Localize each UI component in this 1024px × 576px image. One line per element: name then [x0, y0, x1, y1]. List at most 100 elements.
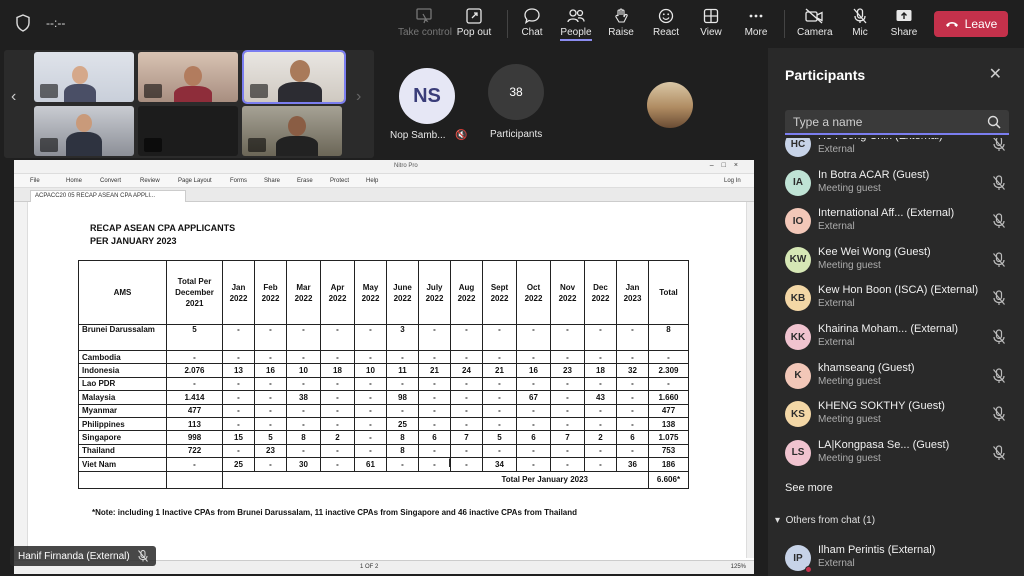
menu-file[interactable]: File: [30, 178, 40, 184]
see-more-link[interactable]: See more: [785, 482, 833, 494]
menu-forms[interactable]: Forms: [230, 178, 247, 184]
table-cell: -: [616, 349, 649, 365]
video-tile[interactable]: [138, 52, 238, 102]
table-row-label: Singapore: [78, 430, 167, 445]
mic-off-icon[interactable]: [992, 213, 1006, 229]
camera-button[interactable]: Camera: [797, 8, 833, 44]
mic-off-icon[interactable]: [992, 290, 1006, 306]
mic-off-icon[interactable]: [992, 252, 1006, 268]
table-cell: -: [354, 349, 387, 365]
table-cell: -: [320, 443, 355, 459]
take-control-button[interactable]: Take control: [398, 8, 452, 44]
others-from-chat-header[interactable]: ▾ Others from chat (1): [775, 515, 875, 526]
window-controls[interactable]: –□×: [710, 162, 746, 169]
participant-list-item[interactable]: HC Ho Foong Chin (External) External: [768, 138, 1024, 164]
close-icon[interactable]: ✕: [989, 64, 1002, 84]
participant-avatar[interactable]: NS: [399, 68, 455, 124]
more-button[interactable]: More: [742, 8, 770, 44]
participant-video: [290, 60, 310, 82]
view-button[interactable]: View: [697, 8, 725, 44]
text-cursor-icon: I: [448, 456, 452, 470]
pop-out-button[interactable]: Pop out: [456, 8, 492, 44]
mic-off-icon: [137, 550, 148, 562]
gallery-next-arrow[interactable]: ›: [356, 88, 361, 106]
menu-help[interactable]: Help: [366, 178, 378, 184]
menu-home[interactable]: Home: [66, 178, 82, 184]
table-cell: -: [286, 324, 321, 351]
video-tile[interactable]: [34, 52, 134, 102]
table-cell: 61: [354, 457, 387, 472]
chat-participant-item[interactable]: IP Ilham Perintis (External) External: [768, 540, 1024, 576]
video-tile[interactable]: [242, 106, 342, 156]
participant-role: Meeting guest: [818, 182, 881, 194]
share-button[interactable]: Share: [890, 8, 918, 44]
search-icon[interactable]: [987, 115, 1001, 129]
teams-meeting-window: --:-- Take control Pop out Chat People R…: [0, 0, 1024, 576]
menu-share[interactable]: Share: [264, 178, 280, 184]
table-row: Singapore 998 15 5 8 2-8 6 7 5 6 7 2 6 1.075: [78, 430, 689, 445]
total-value: 6.606*: [648, 470, 689, 489]
avatar: LS: [785, 439, 811, 466]
table-cell: 1.660: [648, 390, 689, 405]
page-indicator[interactable]: 1 OF 2: [360, 564, 378, 570]
mic-off-icon: [40, 138, 58, 152]
table-cell: 13: [222, 363, 255, 378]
video-tile[interactable]: [138, 106, 238, 156]
vertical-scrollbar[interactable]: [746, 202, 754, 558]
table-body: Brunei Darussalam 5- - - - -3- - - - - - -8 Cambodia…: [78, 324, 689, 472]
table-cell: 8: [648, 324, 689, 351]
document-tab[interactable]: ACPACC20 05 RECAP ASEAN CPA APPLI...: [30, 190, 186, 202]
mic-off-icon[interactable]: [992, 138, 1006, 152]
video-tile-active-speaker[interactable]: [242, 50, 346, 104]
participant-list-item[interactable]: LS LA|Kongpasa Se... (Guest) Meeting guest: [768, 435, 1024, 473]
participant-list-item[interactable]: KS KHENG SOKTHY (Guest) Meeting guest: [768, 396, 1024, 434]
table-cell: 23: [254, 443, 287, 459]
menu-page-layout[interactable]: Page Layout: [178, 178, 212, 184]
menu-protect[interactable]: Protect: [330, 178, 349, 184]
table-cell: -: [418, 403, 451, 418]
nitro-side-rail[interactable]: [14, 202, 28, 562]
participant-name: khamseang (Guest): [818, 361, 915, 374]
table-header-cell: Sept 2022: [482, 260, 517, 325]
mic-off-icon[interactable]: [992, 174, 1006, 191]
menu-erase[interactable]: Erase: [297, 178, 313, 184]
raise-hand-button[interactable]: Raise: [607, 8, 635, 44]
participant-list-item[interactable]: IO International Aff... (External) Externa…: [768, 203, 1024, 241]
mic-off-icon[interactable]: [992, 329, 1006, 345]
people-button[interactable]: People: [560, 8, 592, 44]
login-link[interactable]: Log In: [724, 178, 741, 184]
table-cell: -: [386, 403, 419, 418]
react-button[interactable]: React: [652, 8, 680, 44]
leave-button[interactable]: Leave: [934, 11, 1008, 37]
mic-button[interactable]: Mic: [849, 8, 871, 44]
table-row-label: Cambodia: [78, 349, 167, 365]
more-dots-icon: [749, 14, 763, 18]
participant-list-item[interactable]: KW Kee Wei Wong (Guest) Meeting guest: [768, 242, 1024, 280]
gallery-prev-arrow[interactable]: ‹: [11, 88, 16, 106]
participant-avatar-photo[interactable]: [647, 82, 693, 128]
mic-off-icon[interactable]: [992, 367, 1006, 384]
table-cell: -: [616, 390, 649, 405]
participant-list-item[interactable]: KB Kew Hon Boon (ISCA) (External) External: [768, 280, 1024, 318]
chat-button[interactable]: Chat: [518, 8, 546, 44]
table-cell: 6: [418, 430, 451, 445]
table-header-cell: Nov 2022: [550, 260, 585, 325]
table-cell: -: [516, 457, 551, 472]
table-cell: -: [450, 416, 483, 432]
video-tile[interactable]: [34, 106, 134, 156]
participant-list-item[interactable]: KK Khairina Moham... (External) External: [768, 319, 1024, 357]
mic-off-icon[interactable]: [992, 445, 1006, 461]
table-cell: -: [550, 349, 585, 365]
menu-convert[interactable]: Convert: [100, 178, 121, 184]
participant-list-item[interactable]: IA In Botra ACAR (Guest) Meeting guest: [768, 165, 1024, 203]
search-input[interactable]: [785, 110, 975, 133]
table-cell: 10: [354, 363, 387, 378]
table-cell: -: [320, 324, 355, 351]
table-cell: 5: [254, 430, 287, 445]
menu-review[interactable]: Review: [140, 178, 160, 184]
zoom-level[interactable]: 125%: [731, 564, 746, 570]
participant-list-item[interactable]: Kkhamseang (Guest) Meeting guest: [768, 358, 1024, 396]
participant-count-badge[interactable]: 38: [488, 64, 544, 120]
mic-off-icon[interactable]: [992, 406, 1006, 422]
table-cell: 21: [482, 363, 517, 378]
